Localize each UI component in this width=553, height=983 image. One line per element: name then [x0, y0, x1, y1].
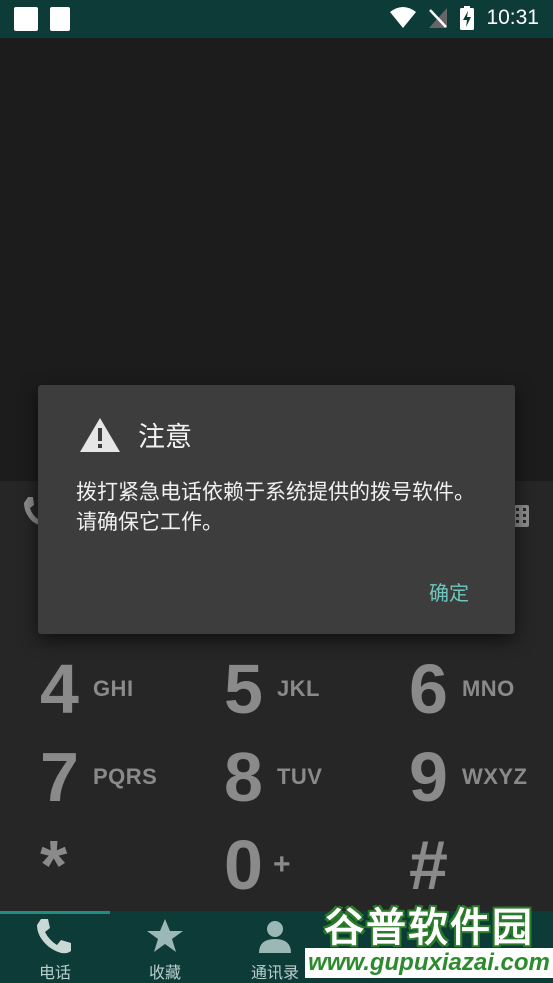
dialog-title: 注意 [138, 422, 192, 453]
confirm-button[interactable]: 确定 [429, 577, 469, 606]
no-signal-icon [429, 8, 448, 28]
alert-dialog: 注意 拨打紧急电话依赖于系统提供的拨号软件。请确保它工作。 确定 [38, 385, 515, 634]
star-icon [147, 919, 183, 952]
watermark: 谷普软件园 www.gupuxiazai.com [305, 896, 553, 983]
key-8[interactable]: 8 TUV [224, 732, 322, 822]
tab-favorites[interactable]: 收藏 [110, 911, 220, 983]
tab-phone[interactable]: 电话 [0, 911, 110, 983]
key-9[interactable]: 9 WXYZ [409, 732, 528, 822]
wifi-icon [390, 7, 417, 28]
warning-icon [80, 417, 120, 452]
watermark-brand: 谷普软件园 [324, 905, 534, 951]
key-4[interactable]: 4 GHI [40, 644, 134, 734]
phone-icon [37, 919, 71, 954]
key-star[interactable]: * [40, 820, 67, 910]
keypad-row-1: 4 GHI 5 JKL 6 MNO [0, 644, 553, 734]
person-icon [259, 921, 291, 953]
clock: 10:31 [486, 6, 539, 29]
key-5[interactable]: 5 JKL [224, 644, 320, 734]
watermark-url: www.gupuxiazai.com [305, 948, 553, 978]
notification-icon [14, 7, 38, 31]
key-6[interactable]: 6 MNO [409, 644, 515, 734]
key-0[interactable]: 0 + [224, 820, 291, 910]
key-7[interactable]: 7 PQRS [40, 732, 157, 822]
status-bar: 10:31 [0, 0, 553, 38]
dialpad-toggle-icon[interactable] [513, 505, 529, 527]
sim-card-icon [50, 7, 70, 31]
dialog-header: 注意 [78, 415, 192, 454]
keypad-row-2: 7 PQRS 8 TUV 9 WXYZ [0, 732, 553, 822]
battery-charging-icon [460, 6, 475, 30]
dialog-message: 拨打紧急电话依赖于系统提供的拨号软件。请确保它工作。 [76, 480, 475, 534]
